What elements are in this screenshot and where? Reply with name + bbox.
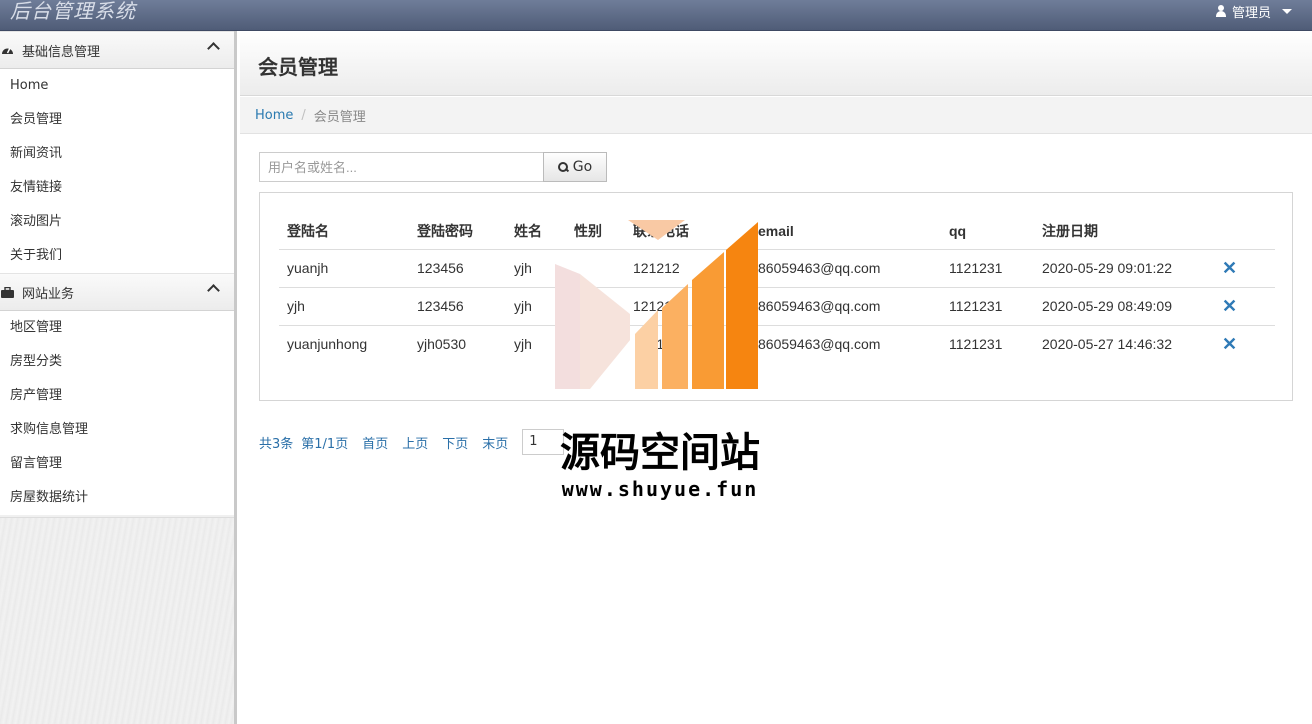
cell-login-name: yuanjh [279, 249, 409, 288]
pager-first-link[interactable]: 首页 [362, 433, 388, 452]
sidebar-item-slides[interactable]: 滚动图片 [0, 205, 234, 239]
user-menu[interactable]: 管理员 [1215, 0, 1292, 22]
app-title: 后台管理系统 [10, 0, 136, 23]
search-go-button[interactable]: Go [543, 152, 607, 182]
sidebar-list-business: 地区管理 房型分类 房产管理 求购信息管理 留言管理 房屋数据统计 [0, 311, 234, 515]
pager-page-info: 第1/1页 [301, 436, 349, 452]
column-header: 登陆名 [279, 213, 409, 250]
cell-register-date: 2020-05-29 08:49:09 [1034, 287, 1214, 326]
cell-email: 86059463@qq.com [758, 336, 881, 353]
column-header: 登陆密码 [409, 213, 506, 250]
table-header-row: 登陆名 登陆密码 姓名 性别 联系电话 email qq 注册日期 [279, 213, 1275, 250]
go-button-label: Go [572, 159, 593, 175]
sidebar-background [0, 517, 234, 724]
main-content: 会员管理 Home / 会员管理 Go 登陆名 登陆密码 姓名 性别 联系 [240, 31, 1312, 724]
column-header [1214, 213, 1275, 250]
top-bar: 后台管理系统 管理员 [0, 0, 1312, 31]
cell-register-date: 2020-05-27 14:46:32 [1042, 336, 1172, 353]
close-icon[interactable]: ✕ [1222, 258, 1237, 278]
sidebar-item-about[interactable]: 关于我们 [0, 239, 234, 273]
breadcrumb: Home / 会员管理 [240, 97, 1312, 134]
sidebar-section-business[interactable]: 网站业务 [0, 273, 234, 311]
sidebar-item-home[interactable]: Home [0, 69, 234, 103]
sidebar-section-title: 基础信息管理 [22, 44, 101, 60]
members-table: 登陆名 登陆密码 姓名 性别 联系电话 email qq 注册日期 yuanjh… [279, 213, 1275, 363]
user-icon [1215, 5, 1227, 17]
pager-total: 共3条 [259, 436, 294, 452]
column-header: email [750, 213, 941, 250]
cell-qq: 1121231 [941, 249, 1034, 288]
cell-password: yjh0530 [417, 336, 467, 353]
page-header: 会员管理 [240, 31, 1312, 96]
sidebar-section-title: 网站业务 [22, 286, 75, 302]
user-menu-label: 管理员 [1231, 5, 1271, 21]
table-row: yuanjh 123456 yjh 121212 86059463@qq.com… [279, 249, 1275, 288]
cell-login-name: yjh [279, 287, 409, 326]
sidebar-item-purchase-requests[interactable]: 求购信息管理 [0, 413, 234, 447]
cell-email: 86059463@qq.com [750, 249, 941, 288]
delete-cell: ✕ [1214, 325, 1275, 363]
members-table-panel: 登陆名 登陆密码 姓名 性别 联系电话 email qq 注册日期 yuanjh… [259, 192, 1293, 401]
caret-down-icon [1282, 8, 1292, 14]
delete-cell: ✕ [1214, 287, 1275, 326]
cell-password: 123456 [409, 287, 506, 326]
page-title: 会员管理 [258, 55, 338, 79]
cell-email: 86059463@qq.com [750, 287, 941, 326]
table-row: yjh 123456 yjh 121212 86059463@qq.com 11… [279, 287, 1275, 326]
search-input[interactable] [259, 152, 543, 182]
chevron-up-icon[interactable] [207, 284, 220, 297]
dashboard-icon [0, 43, 14, 57]
breadcrumb-current: 会员管理 [313, 109, 366, 125]
search-form: Go [259, 152, 607, 182]
pager-next-link[interactable]: 下页 [442, 433, 468, 452]
sidebar-item-regions[interactable]: 地区管理 [0, 311, 234, 345]
close-icon[interactable]: ✕ [1222, 334, 1237, 354]
pager-last-link[interactable]: 末页 [482, 433, 508, 452]
sidebar-item-news[interactable]: 新闻资讯 [0, 137, 234, 171]
sidebar: 基础信息管理 Home 会员管理 新闻资讯 友情链接 滚动图片 关于我们 网站业… [0, 31, 237, 724]
cell-register-date: 2020-05-29 09:01:22 [1034, 249, 1214, 288]
sidebar-item-room-types[interactable]: 房型分类 [0, 345, 234, 379]
breadcrumb-home-link[interactable]: Home [255, 108, 293, 123]
sidebar-item-members[interactable]: 会员管理 [0, 103, 234, 137]
watermark-url: www.shuyue.fun [561, 477, 759, 501]
cell-qq: 1121231 [949, 336, 1003, 353]
close-icon[interactable]: ✕ [1222, 296, 1237, 316]
chevron-up-icon[interactable] [207, 42, 220, 55]
breadcrumb-separator: / [301, 107, 306, 123]
cell-login-name: yuanjunhong [287, 336, 368, 353]
delete-cell: ✕ [1214, 249, 1275, 288]
briefcase-icon [0, 285, 14, 299]
column-header: 注册日期 [1034, 213, 1214, 250]
sidebar-item-links[interactable]: 友情链接 [0, 171, 234, 205]
sidebar-item-properties[interactable]: 房产管理 [0, 379, 234, 413]
cell-qq: 1121231 [941, 287, 1034, 326]
pagination: 共3条 第1/1页 首页 上页 下页 末页 1 [259, 429, 565, 455]
sidebar-item-messages[interactable]: 留言管理 [0, 447, 234, 481]
pager-prev-link[interactable]: 上页 [402, 433, 428, 452]
sidebar-section-basic[interactable]: 基础信息管理 [0, 31, 234, 69]
watermark-text: 源码空间站 [560, 430, 760, 476]
column-header: qq [941, 213, 1034, 250]
sidebar-list-basic: Home 会员管理 新闻资讯 友情链接 滚动图片 关于我们 [0, 69, 234, 273]
table-row: yuanjunhong yjh0530 yjh 3121212 86059463… [279, 325, 1275, 363]
search-icon [557, 162, 568, 172]
sidebar-item-statistics[interactable]: 房屋数据统计 [0, 481, 234, 515]
cell-password: 123456 [409, 249, 506, 288]
